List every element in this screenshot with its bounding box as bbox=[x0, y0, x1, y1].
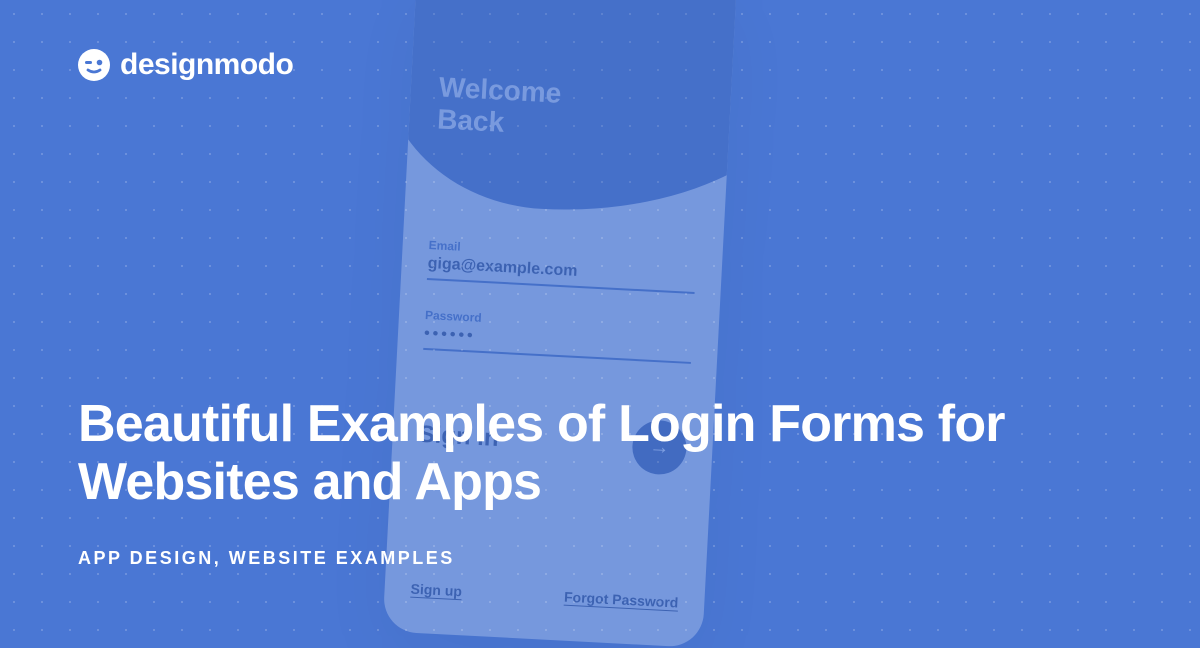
welcome-line-1: Welcome bbox=[438, 71, 562, 108]
welcome-line-2: Back bbox=[436, 104, 504, 138]
back-chevron-icon: ‹ bbox=[435, 0, 444, 7]
signin-label: Sign in bbox=[418, 421, 499, 453]
phone-mockup: ‹ Welcome Back Email giga@example.com Pa… bbox=[382, 0, 737, 648]
designmodo-logo-icon bbox=[78, 49, 110, 81]
brand-logo[interactable]: designmodo bbox=[78, 48, 293, 82]
welcome-heading: Welcome Back bbox=[436, 71, 562, 142]
brand-name: designmodo bbox=[120, 48, 293, 82]
forgot-password-link[interactable]: Forgot Password bbox=[564, 589, 679, 611]
arrow-right-icon: → bbox=[649, 435, 670, 459]
signup-link[interactable]: Sign up bbox=[410, 581, 462, 600]
signin-button[interactable]: → bbox=[631, 419, 688, 476]
